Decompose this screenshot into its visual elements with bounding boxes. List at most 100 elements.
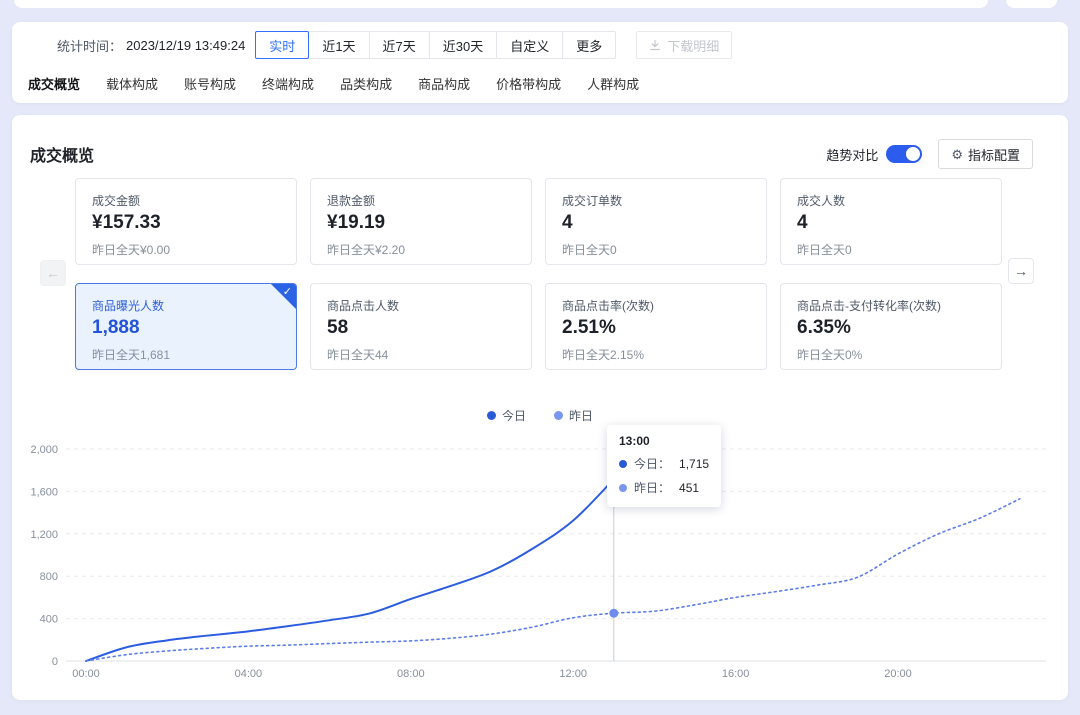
tab-商品构成[interactable]: 商品构成 [418,74,470,93]
range-button-近30天[interactable]: 近30天 [429,31,497,59]
tooltip-time: 13:00 [619,434,709,448]
metric-value: 1,888 [92,317,280,339]
composition-tabs: 成交概览 载体构成 账号构成 终端构成 品类构成 商品构成 价格带构成 人群构成 [28,74,1068,93]
y-axis-tick: 800 [40,571,58,583]
metric-value: ¥157.33 [92,212,280,234]
metric-yesterday: 昨日全天44 [327,346,515,363]
x-axis-tick: 16:00 [722,668,750,680]
download-icon [649,39,661,51]
tab-成交概览[interactable]: 成交概览 [28,74,80,93]
overview-panel: 成交概览 趋势对比 ⚙ 指标配置 ← → 成交金额¥157.33昨日全天¥0.0… [12,115,1068,700]
metric-title: 成交人数 [797,192,985,209]
hover-point-dot [609,609,618,618]
trend-compare-toggle[interactable] [886,145,922,163]
tab-账号构成[interactable]: 账号构成 [184,74,236,93]
metric-card-商品点击率(次数)[interactable]: 商品点击率(次数) 2.51% 昨日全天2.15% [545,283,767,370]
x-axis-tick: 20:00 [884,668,912,680]
legend-item-今日[interactable]: 今日 [487,407,526,424]
metric-value: 58 [327,317,515,339]
chart-legend: 今日 昨日 [12,407,1068,424]
metric-card-商品曝光人数[interactable]: 商品曝光人数 1,888 昨日全天1,681 ✓ [75,283,297,370]
tab-价格带构成[interactable]: 价格带构成 [496,74,561,93]
metric-yesterday: 昨日全天0% [797,346,985,363]
top-card-edge-right [1006,0,1057,8]
x-axis-tick: 00:00 [72,668,100,680]
metric-title: 商品点击-支付转化率(次数) [797,297,985,314]
tab-人群构成[interactable]: 人群构成 [587,74,639,93]
y-axis-tick: 0 [52,656,58,668]
tooltip-dot-icon [619,460,627,468]
x-axis-tick: 12:00 [559,668,587,680]
top-card-edge-left [14,0,988,8]
legend-item-昨日[interactable]: 昨日 [554,407,593,424]
checkmark-icon: ✓ [283,285,292,298]
panel-title: 成交概览 [30,142,94,166]
metric-value: 4 [562,212,750,234]
metric-card-退款金额[interactable]: 退款金额¥19.19昨日全天¥2.20 [310,178,532,265]
metric-card-商品点击人数[interactable]: 商品点击人数 58 昨日全天44 [310,283,532,370]
metric-card-成交订单数[interactable]: 成交订单数 4 昨日全天0 [545,178,767,265]
panel-header: 成交概览 趋势对比 ⚙ 指标配置 [12,115,1068,169]
y-axis-tick: 1,200 [30,529,58,541]
metric-value: 2.51% [562,317,750,339]
metric-yesterday: 昨日全天¥0.00 [92,241,280,258]
trend-toggle-label: 趋势对比 [826,145,878,164]
metric-card-成交金额[interactable]: 成交金额¥157.33昨日全天¥0.00 [75,178,297,265]
x-axis-tick: 04:00 [235,668,263,680]
metric-cards-grid: 成交金额¥157.33昨日全天¥0.00退款金额¥19.19昨日全天¥2.20成… [75,178,1002,370]
range-button-更多[interactable]: 更多 [562,31,616,59]
toggle-knob [906,147,920,161]
legend-label: 昨日 [569,407,593,424]
metric-yesterday: 昨日全天2.15% [562,346,750,363]
metric-yesterday: 昨日全天1,681 [92,346,280,363]
metric-title: 商品曝光人数 [92,297,280,314]
tooltip-value: 451 [679,481,699,495]
y-axis-tick: 1,600 [30,486,58,498]
tab-载体构成[interactable]: 载体构成 [106,74,158,93]
cards-prev-button[interactable]: ← [40,260,66,286]
metric-yesterday: 昨日全天0 [562,241,750,258]
series-line-今日 [86,479,614,661]
filter-card: 统计时间： 2023/12/19 13:49:24 实时近1天近7天近30天自定… [12,22,1068,103]
range-button-近1天[interactable]: 近1天 [308,31,369,59]
download-detail-button[interactable]: 下载明细 [636,31,732,59]
metric-title: 商品点击率(次数) [562,297,750,314]
metric-yesterday: 昨日全天0 [797,241,985,258]
metric-yesterday: 昨日全天¥2.20 [327,241,515,258]
metric-card-商品点击-支付转化率(次数)[interactable]: 商品点击-支付转化率(次数) 6.35% 昨日全天0% [780,283,1002,370]
stat-time-value: 2023/12/19 13:49:24 [126,38,245,53]
metric-title: 商品点击人数 [327,297,515,314]
download-label: 下载明细 [667,36,719,55]
metric-title: 成交订单数 [562,192,750,209]
metric-value: 6.35% [797,317,985,339]
legend-label: 今日 [502,407,526,424]
tab-品类构成[interactable]: 品类构成 [340,74,392,93]
gear-icon: ⚙ [951,148,963,161]
metric-card-成交人数[interactable]: 成交人数 4 昨日全天0 [780,178,1002,265]
y-axis-tick: 400 [40,614,58,626]
time-filter-row: 统计时间： 2023/12/19 13:49:24 实时近1天近7天近30天自定… [57,31,1068,59]
panel-header-controls: 趋势对比 ⚙ 指标配置 [826,139,1033,169]
tooltip-series-name: 昨日： [634,479,670,496]
metric-title: 退款金额 [327,192,515,209]
trend-chart[interactable]: 0 400 800 1,200 1,600 2,000 00:00 04:00 08:00 12:… [12,428,1068,683]
tab-终端构成[interactable]: 终端构成 [262,74,314,93]
tooltip-dot-icon [619,484,627,492]
range-button-近7天[interactable]: 近7天 [369,31,430,59]
time-range-group: 实时近1天近7天近30天自定义更多 [255,31,616,59]
chart-tooltip: 13:00 今日： 1,715 昨日： 451 [607,425,721,507]
tooltip-value: 1,715 [679,457,709,471]
series-line-昨日 [86,499,1020,661]
x-axis-tick: 08:00 [397,668,425,680]
legend-dot-icon [554,411,563,420]
tooltip-rows: 今日： 1,715 昨日： 451 [619,455,709,496]
config-label: 指标配置 [968,145,1020,164]
tooltip-series-name: 今日： [634,455,670,472]
y-axis-tick: 2,000 [30,444,58,456]
range-button-自定义[interactable]: 自定义 [496,31,563,59]
metric-config-button[interactable]: ⚙ 指标配置 [938,139,1033,169]
range-button-实时[interactable]: 实时 [255,31,309,59]
tooltip-row-昨日: 昨日： 451 [619,479,709,496]
cards-next-button[interactable]: → [1008,258,1034,284]
metric-value: 4 [797,212,985,234]
